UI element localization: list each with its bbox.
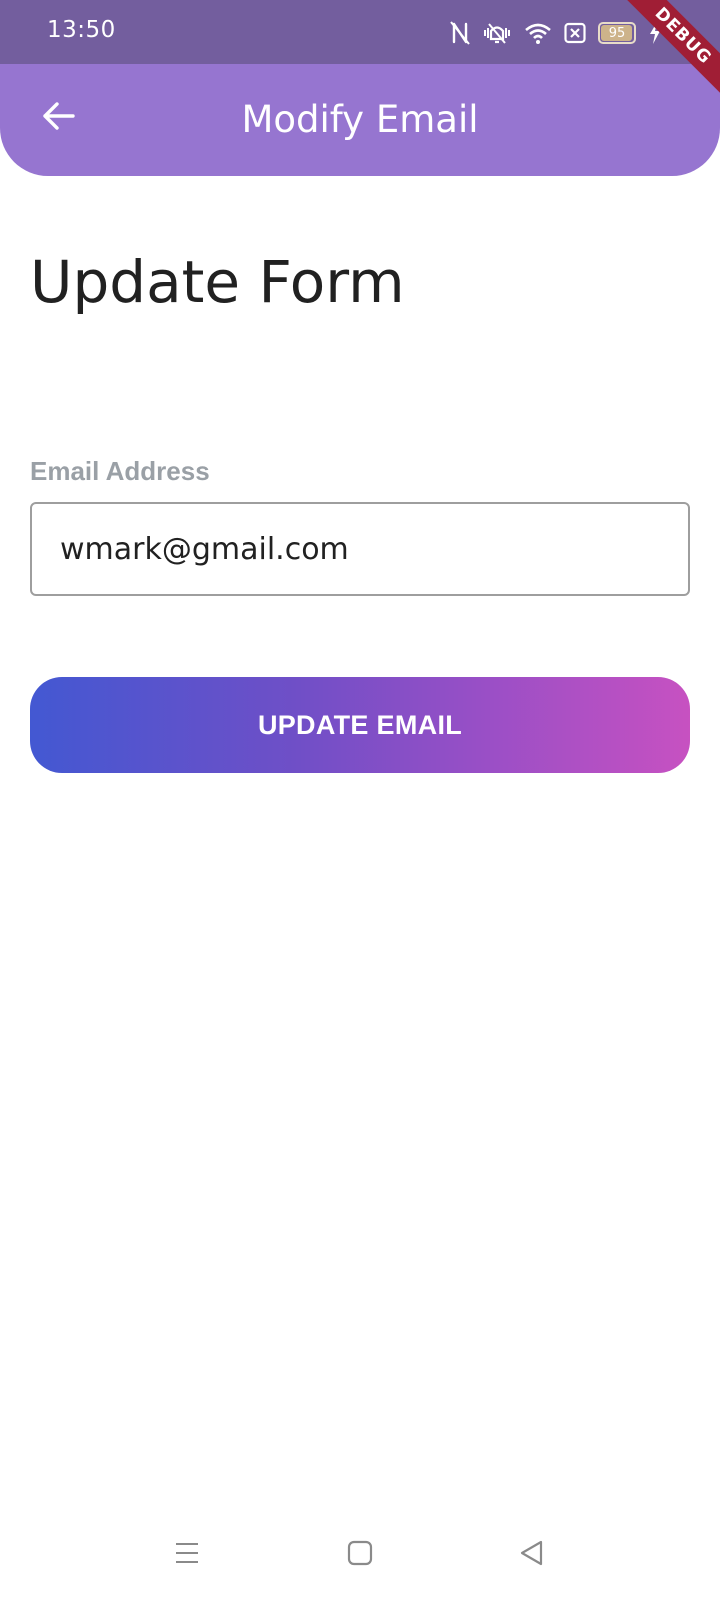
status-icons: 95 — [450, 18, 662, 48]
wifi-icon — [524, 21, 552, 45]
recent-apps-button[interactable] — [162, 1530, 212, 1580]
battery-icon: 95 — [598, 22, 636, 44]
status-bar: 13:50 95 — [0, 0, 720, 64]
form-title: Update Form — [30, 248, 405, 316]
status-time: 13:50 — [47, 17, 116, 43]
home-icon — [346, 1539, 374, 1572]
update-email-button[interactable]: UPDATE EMAIL — [30, 677, 690, 773]
screen: 13:50 95 DEBUG Modify Email Update Form … — [0, 0, 720, 1600]
page-title: Modify Email — [241, 98, 479, 141]
home-button[interactable] — [335, 1530, 385, 1580]
system-back-button[interactable] — [507, 1530, 557, 1580]
email-label: Email Address — [30, 456, 210, 486]
vibrate-icon — [482, 21, 512, 45]
back-triangle-icon — [518, 1539, 546, 1572]
app-bar: Modify Email — [0, 64, 720, 176]
navigation-bar — [0, 1510, 720, 1600]
sim-off-icon — [564, 22, 586, 44]
email-field[interactable] — [30, 502, 690, 596]
battery-level: 95 — [608, 25, 626, 41]
nfc-icon — [450, 21, 470, 45]
menu-icon — [173, 1539, 201, 1572]
